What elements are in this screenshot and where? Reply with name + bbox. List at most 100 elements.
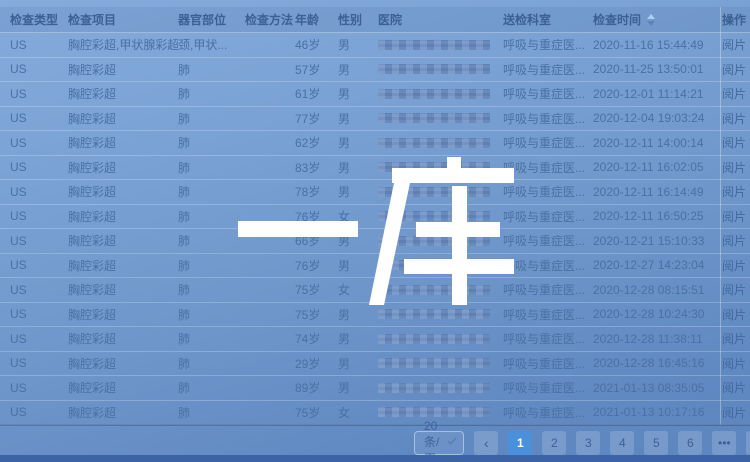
cell-hospital: [378, 383, 503, 393]
cell-age: 76岁: [295, 257, 338, 274]
cell-hospital: [378, 89, 503, 99]
cell-hospital: [378, 138, 503, 148]
cell-exam-item: 胸腔彩超: [68, 306, 178, 323]
cell-organ: 肺: [178, 281, 245, 298]
cell-age: 75岁: [295, 404, 338, 421]
cell-department: 呼吸与重症医...: [503, 379, 593, 396]
table-row: US 胸腔彩超 肺 29岁 男 呼吸与重症医... 2020-12-28 16:…: [0, 352, 750, 377]
view-image-link[interactable]: 阅片: [722, 232, 750, 249]
table-row: US 胸腔彩超 肺 75岁 女 呼吸与重症医... 2020-12-28 08:…: [0, 278, 750, 303]
page-button-16[interactable]: 16: [746, 431, 750, 455]
view-image-link[interactable]: 阅片: [722, 208, 750, 225]
cell-organ: 肺: [178, 110, 245, 127]
page-button-6[interactable]: 6: [678, 431, 702, 455]
cell-exam-time: 2020-12-01 11:14:21: [593, 87, 722, 101]
cell-gender: 男: [338, 306, 378, 323]
cell-exam-type: US: [10, 405, 68, 419]
view-image-link[interactable]: 阅片: [722, 134, 750, 151]
cell-exam-type: US: [10, 136, 68, 150]
cell-exam-time: 2020-12-11 16:02:05: [593, 160, 722, 174]
page-list: 123456 ••• 16: [508, 431, 750, 455]
view-image-link[interactable]: 阅片: [722, 36, 750, 53]
page-size-select[interactable]: 20条/页: [414, 431, 464, 455]
redacted-hospital-blur: [378, 260, 490, 270]
cell-exam-time: 2020-11-16 15:44:49: [593, 38, 722, 52]
view-image-link[interactable]: 阅片: [722, 355, 750, 372]
page-button-5[interactable]: 5: [644, 431, 668, 455]
cell-organ: 肺: [178, 404, 245, 421]
cell-department: 呼吸与重症医...: [503, 159, 593, 176]
view-image-link[interactable]: 阅片: [722, 404, 750, 421]
column-header-organ: 器官部位: [178, 11, 245, 28]
cell-age: 89岁: [295, 379, 338, 396]
cell-exam-type: US: [10, 62, 68, 76]
redacted-hospital-blur: [378, 138, 490, 148]
cell-exam-type: US: [10, 234, 68, 248]
column-header-time[interactable]: 检查时间: [593, 11, 722, 28]
cell-age: 29岁: [295, 355, 338, 372]
sort-caret-icon[interactable]: [647, 14, 655, 26]
cell-exam-type: US: [10, 381, 68, 395]
page-button-3[interactable]: 3: [576, 431, 600, 455]
table-row: US 胸腔彩超 肺 66岁 男 呼吸与重症医... 2020-12-21 15:…: [0, 229, 750, 254]
page-button-4[interactable]: 4: [610, 431, 634, 455]
column-header-action: 操作: [722, 11, 750, 28]
view-image-link[interactable]: 阅片: [722, 110, 750, 127]
cell-hospital: [378, 64, 503, 74]
cell-age: 61岁: [295, 85, 338, 102]
cell-exam-item: 胸腔彩超: [68, 355, 178, 372]
view-image-link[interactable]: 阅片: [722, 379, 750, 396]
redacted-hospital-blur: [378, 162, 490, 172]
redacted-hospital-blur: [378, 40, 490, 50]
view-image-link[interactable]: 阅片: [722, 159, 750, 176]
view-image-link[interactable]: 阅片: [722, 257, 750, 274]
cell-exam-item: 胸腔彩超: [68, 257, 178, 274]
redacted-hospital-blur: [378, 236, 490, 246]
cell-organ: 肺: [178, 306, 245, 323]
view-image-link[interactable]: 阅片: [722, 183, 750, 200]
app-screen: 检查类型检查项目器官部位检查方法年龄性别医院送检科室检查时间操作 US 胸腔彩超…: [0, 0, 750, 462]
cell-gender: 女: [338, 208, 378, 225]
redacted-hospital-blur: [378, 309, 490, 319]
cell-age: 75岁: [295, 281, 338, 298]
table-row: US 胸腔彩超 肺 77岁 男 呼吸与重症医... 2020-12-04 19:…: [0, 107, 750, 132]
view-image-link[interactable]: 阅片: [722, 85, 750, 102]
cell-hospital: [378, 309, 503, 319]
pagination: 20条/页 ‹ 123456 ••• 16: [414, 431, 750, 455]
view-image-link[interactable]: 阅片: [722, 61, 750, 78]
page-button-2[interactable]: 2: [542, 431, 566, 455]
cell-organ: 肺: [178, 61, 245, 78]
cell-age: 83岁: [295, 159, 338, 176]
column-header-type: 检查类型: [10, 11, 68, 28]
table-row: US 胸腔彩超 肺 61岁 男 呼吸与重症医... 2020-12-01 11:…: [0, 82, 750, 107]
cell-exam-time: 2021-01-13 08:35:05: [593, 381, 722, 395]
column-label: 送检科室: [503, 11, 551, 28]
view-image-link[interactable]: 阅片: [722, 330, 750, 347]
column-header-hospital: 医院: [378, 11, 503, 28]
cell-exam-item: 胸腔彩超: [68, 183, 178, 200]
view-image-link[interactable]: 阅片: [722, 281, 750, 298]
column-header-item: 检查项目: [68, 11, 178, 28]
cell-age: 62岁: [295, 134, 338, 151]
cell-gender: 女: [338, 404, 378, 421]
column-label: 年龄: [295, 11, 319, 28]
table-body: US 胸腔彩超,甲状腺彩超 颈,甲状... 46岁 男 呼吸与重症医... 20…: [0, 33, 750, 425]
cell-hospital: [378, 407, 503, 417]
cell-department: 呼吸与重症医...: [503, 330, 593, 347]
cell-exam-time: 2020-12-11 16:14:49: [593, 185, 722, 199]
redacted-hospital-blur: [378, 89, 490, 99]
cell-exam-type: US: [10, 283, 68, 297]
cell-exam-type: US: [10, 356, 68, 370]
cell-exam-time: 2020-12-28 16:45:16: [593, 356, 722, 370]
cell-exam-time: 2020-12-28 10:24:30: [593, 307, 722, 321]
page-button-1[interactable]: 1: [508, 431, 532, 455]
cell-organ: 颈,甲状...: [178, 36, 245, 53]
prev-page-button[interactable]: ‹: [474, 431, 498, 455]
view-image-link[interactable]: 阅片: [722, 306, 750, 323]
cell-hospital: [378, 187, 503, 197]
cell-exam-item: 胸腔彩超: [68, 110, 178, 127]
table-bottom-edge: [0, 424, 750, 426]
page-more-button[interactable]: •••: [712, 431, 736, 455]
redacted-hospital-blur: [378, 113, 490, 123]
cell-exam-item: 胸腔彩超: [68, 281, 178, 298]
